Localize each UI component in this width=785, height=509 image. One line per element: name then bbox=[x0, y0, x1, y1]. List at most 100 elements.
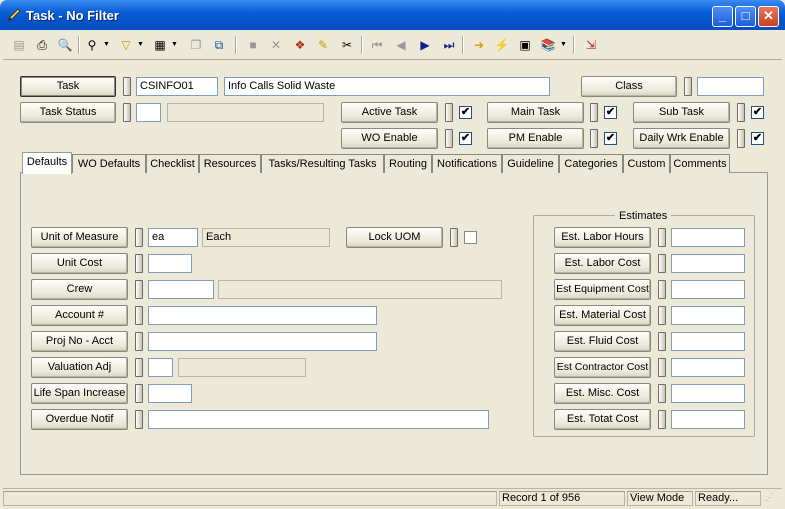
duplicate-icon[interactable]: ⧉ bbox=[209, 35, 229, 55]
est-equipment-cost-grip-handle[interactable] bbox=[658, 280, 666, 299]
wo-enable-checkbox[interactable]: ✔ bbox=[459, 132, 472, 145]
life-span-increase-field[interactable] bbox=[148, 384, 192, 403]
unit-of-measure-button[interactable]: Unit of Measure bbox=[31, 227, 128, 248]
maximize-button[interactable]: □ bbox=[735, 6, 756, 27]
est-material-cost-field[interactable] bbox=[671, 306, 745, 325]
minimize-button[interactable]: _ bbox=[712, 6, 733, 27]
est-labor-cost-field[interactable] bbox=[671, 254, 745, 273]
wo-enable-grip-handle[interactable] bbox=[445, 129, 453, 148]
daily-wrk-enable-button[interactable]: Daily Wrk Enable bbox=[633, 128, 730, 149]
copy-record-icon[interactable]: ❐ bbox=[186, 35, 206, 55]
est-material-cost-grip-handle[interactable] bbox=[658, 306, 666, 325]
account-grip-handle[interactable] bbox=[135, 306, 143, 325]
task-grip-handle[interactable] bbox=[123, 77, 131, 96]
valuation-adj-button[interactable]: Valuation Adj bbox=[31, 357, 128, 378]
daily-wrk-enable-checkbox[interactable]: ✔ bbox=[751, 132, 764, 145]
report-dropdown-icon[interactable]: ▼ bbox=[171, 35, 178, 55]
pm-enable-button[interactable]: PM Enable bbox=[487, 128, 584, 149]
main-task-button[interactable]: Main Task bbox=[487, 102, 584, 123]
pm-enable-checkbox[interactable]: ✔ bbox=[604, 132, 617, 145]
crew-code-field[interactable] bbox=[148, 280, 214, 299]
edit-pencil-icon[interactable]: ✎ bbox=[313, 35, 333, 55]
sub-task-button[interactable]: Sub Task bbox=[633, 102, 730, 123]
class-field[interactable] bbox=[697, 77, 764, 96]
unit-cost-button[interactable]: Unit Cost bbox=[31, 253, 128, 274]
report-icon[interactable]: ▦ bbox=[150, 35, 170, 55]
overdue-notif-button[interactable]: Overdue Notif bbox=[31, 409, 128, 430]
goto-arrow-icon[interactable]: ➜ bbox=[469, 35, 489, 55]
est-labor-hours-button[interactable]: Est. Labor Hours bbox=[554, 227, 651, 248]
crew-button[interactable]: Crew bbox=[31, 279, 128, 300]
proj-no-acct-button[interactable]: Proj No - Acct bbox=[31, 331, 128, 352]
lifespan-grip-handle[interactable] bbox=[135, 384, 143, 403]
wo-enable-button[interactable]: WO Enable bbox=[341, 128, 438, 149]
tab-categories[interactable]: Categories bbox=[559, 154, 623, 173]
delete-icon[interactable]: ✕ bbox=[266, 35, 286, 55]
previous-record-icon[interactable]: ◀ bbox=[391, 35, 411, 55]
resize-grip-icon[interactable]: ⋰ bbox=[763, 491, 781, 506]
filter-dropdown-icon[interactable]: ▼ bbox=[137, 35, 144, 55]
est-total-cost-button[interactable]: Est. Totat Cost bbox=[554, 409, 651, 430]
task-button[interactable]: Task bbox=[20, 76, 116, 97]
est-contractor-cost-button[interactable]: Est Contractor Cost bbox=[554, 357, 651, 378]
est-misc-cost-grip-handle[interactable] bbox=[658, 384, 666, 403]
exit-icon[interactable]: ⇲ bbox=[581, 35, 601, 55]
map-icon[interactable]: ▣ bbox=[515, 35, 535, 55]
title-bar[interactable]: Task - No Filter _ □ ✕ bbox=[0, 0, 785, 30]
print-icon[interactable]: ⎙ bbox=[32, 35, 52, 55]
overdue-notif-field[interactable] bbox=[148, 410, 489, 429]
tab-custom[interactable]: Custom bbox=[623, 154, 670, 173]
status-grip-handle[interactable] bbox=[123, 103, 131, 122]
active-task-grip-handle[interactable] bbox=[445, 103, 453, 122]
status-code-field[interactable] bbox=[136, 103, 161, 122]
books-dropdown-icon[interactable]: ▼ bbox=[560, 35, 567, 55]
est-fluid-cost-button[interactable]: Est. Fluid Cost bbox=[554, 331, 651, 352]
est-misc-cost-field[interactable] bbox=[671, 384, 745, 403]
est-total-cost-field[interactable] bbox=[671, 410, 745, 429]
est-contractor-cost-grip-handle[interactable] bbox=[658, 358, 666, 377]
task-code-field[interactable]: CSINFO01 bbox=[136, 77, 218, 96]
cut-scissors-icon[interactable]: ✂ bbox=[337, 35, 357, 55]
account-number-field[interactable] bbox=[148, 306, 377, 325]
est-equipment-cost-button[interactable]: Est Equipment Cost bbox=[554, 279, 651, 300]
proj-grip-handle[interactable] bbox=[135, 332, 143, 351]
tab-resources[interactable]: Resources bbox=[199, 154, 261, 173]
list-view-icon[interactable]: ▤ bbox=[9, 35, 29, 55]
task-description-field[interactable]: Info Calls Solid Waste bbox=[224, 77, 550, 96]
est-total-cost-grip-handle[interactable] bbox=[658, 410, 666, 429]
tab-tasks-resulting-tasks[interactable]: Tasks/Resulting Tasks bbox=[261, 154, 384, 173]
est-material-cost-button[interactable]: Est. Material Cost bbox=[554, 305, 651, 326]
lock-uom-checkbox[interactable] bbox=[464, 231, 477, 244]
main-task-grip-handle[interactable] bbox=[590, 103, 598, 122]
last-record-icon[interactable]: ⏭ bbox=[439, 35, 459, 55]
est-equipment-cost-field[interactable] bbox=[671, 280, 745, 299]
overdue-grip-handle[interactable] bbox=[135, 410, 143, 429]
est-labor-hours-grip-handle[interactable] bbox=[658, 228, 666, 247]
print-preview-icon[interactable]: 🔍 bbox=[55, 35, 75, 55]
lock-uom-grip-handle[interactable] bbox=[450, 228, 458, 247]
first-record-icon[interactable]: ⏮ bbox=[367, 35, 387, 55]
find-binoculars-icon[interactable]: ⚲ bbox=[82, 35, 102, 55]
tab-defaults[interactable]: Defaults bbox=[22, 152, 72, 174]
unit-cost-grip-handle[interactable] bbox=[135, 254, 143, 273]
lock-uom-button[interactable]: Lock UOM bbox=[346, 227, 443, 248]
tab-wo-defaults[interactable]: WO Defaults bbox=[72, 154, 146, 173]
est-fluid-cost-field[interactable] bbox=[671, 332, 745, 351]
unit-cost-field[interactable] bbox=[148, 254, 192, 273]
active-task-button[interactable]: Active Task bbox=[341, 102, 438, 123]
valuation-code-field[interactable] bbox=[148, 358, 173, 377]
pm-enable-grip-handle[interactable] bbox=[590, 129, 598, 148]
uom-code-field[interactable]: ea bbox=[148, 228, 198, 247]
active-task-checkbox[interactable]: ✔ bbox=[459, 106, 472, 119]
new-record-icon[interactable]: ❖ bbox=[290, 35, 310, 55]
find-dropdown-icon[interactable]: ▼ bbox=[103, 35, 110, 55]
task-status-button[interactable]: Task Status bbox=[20, 102, 116, 123]
save-icon[interactable]: ■ bbox=[243, 35, 263, 55]
class-button[interactable]: Class bbox=[581, 76, 677, 97]
tab-notifications[interactable]: Notifications bbox=[432, 154, 502, 173]
proj-no-acct-field[interactable] bbox=[148, 332, 377, 351]
uom-grip-handle[interactable] bbox=[135, 228, 143, 247]
books-icon[interactable]: 📚 bbox=[538, 35, 558, 55]
est-fluid-cost-grip-handle[interactable] bbox=[658, 332, 666, 351]
account-number-button[interactable]: Account # bbox=[31, 305, 128, 326]
